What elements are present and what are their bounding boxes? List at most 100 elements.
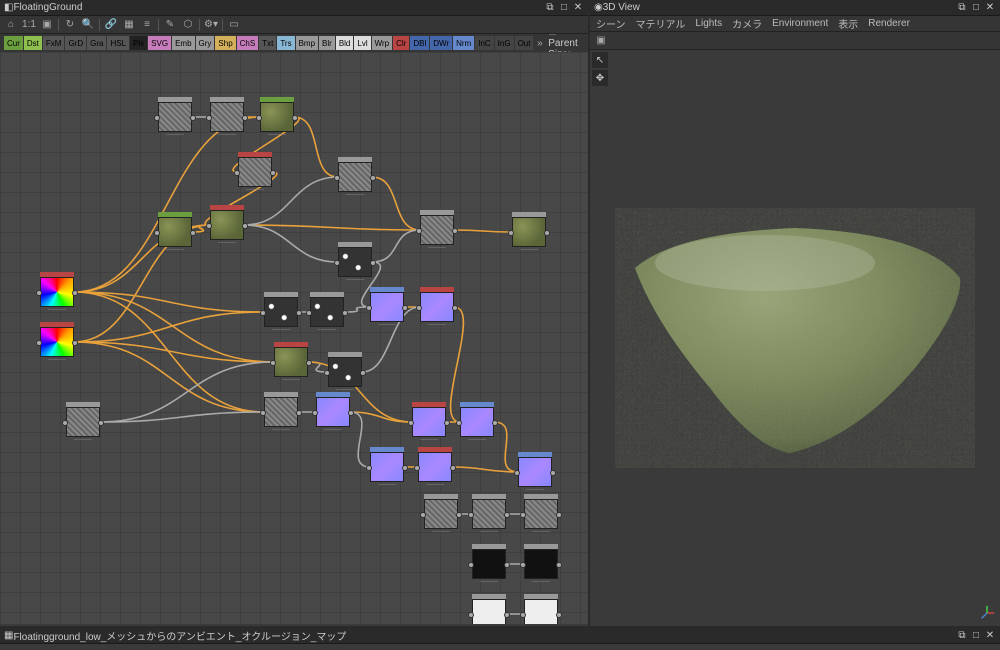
- graph-node[interactable]: ———: [420, 210, 454, 251]
- graph-node[interactable]: ———: [238, 152, 272, 193]
- graph-node[interactable]: ———: [310, 292, 344, 333]
- output-port[interactable]: [342, 310, 348, 316]
- menu-マテリアル[interactable]: マテリアル: [636, 16, 686, 31]
- graph-node[interactable]: ———: [472, 594, 506, 624]
- input-port[interactable]: [366, 305, 372, 311]
- output-port[interactable]: [98, 420, 104, 426]
- graph-node[interactable]: ———: [370, 447, 404, 488]
- graph-node[interactable]: ———: [472, 544, 506, 585]
- filter-tag-txt[interactable]: Txt: [259, 36, 276, 50]
- gear-icon[interactable]: ⚙▾: [204, 18, 218, 32]
- output-port[interactable]: [556, 512, 562, 518]
- graph-node[interactable]: ———: [210, 205, 244, 246]
- output-port[interactable]: [450, 465, 456, 471]
- pin-icon[interactable]: ⧉: [956, 630, 968, 642]
- graph-node[interactable]: ———: [316, 392, 350, 433]
- home-icon[interactable]: ⌂: [4, 18, 18, 32]
- filter-tag-grd[interactable]: GrD: [65, 36, 86, 50]
- input-port[interactable]: [234, 170, 240, 176]
- graph-node[interactable]: ———: [158, 212, 192, 253]
- input-port[interactable]: [468, 562, 474, 568]
- input-port[interactable]: [270, 360, 276, 366]
- input-port[interactable]: [312, 410, 318, 416]
- graph-node[interactable]: ———: [412, 402, 446, 443]
- output-port[interactable]: [306, 360, 312, 366]
- refresh-icon[interactable]: ↻: [63, 18, 77, 32]
- output-port[interactable]: [190, 230, 196, 236]
- graph-node[interactable]: ———: [512, 212, 546, 253]
- output-port[interactable]: [370, 175, 376, 181]
- input-port[interactable]: [414, 465, 420, 471]
- menu-environment[interactable]: Environment: [772, 18, 828, 29]
- input-port[interactable]: [260, 310, 266, 316]
- snap-icon[interactable]: ▦: [122, 18, 136, 32]
- input-port[interactable]: [256, 115, 262, 121]
- input-port[interactable]: [206, 115, 212, 121]
- move-tool-icon[interactable]: ✥: [592, 70, 608, 86]
- graph-node[interactable]: ———: [328, 352, 362, 393]
- filter-tag-bmp[interactable]: Bmp: [296, 36, 318, 50]
- filter-tag-gra[interactable]: Gra: [87, 36, 106, 50]
- input-port[interactable]: [408, 420, 414, 426]
- pin-icon[interactable]: ⧉: [956, 2, 968, 14]
- output-port[interactable]: [492, 420, 498, 426]
- filter-tag-shp[interactable]: Shp: [215, 36, 235, 50]
- output-port[interactable]: [504, 612, 510, 618]
- zoom-actual-button[interactable]: 1:1: [22, 18, 36, 32]
- menu-カメラ[interactable]: カメラ: [732, 16, 762, 31]
- output-port[interactable]: [72, 290, 78, 296]
- pin-icon[interactable]: ⧉: [544, 2, 556, 14]
- input-port[interactable]: [154, 115, 160, 121]
- output-port[interactable]: [292, 115, 298, 121]
- input-port[interactable]: [520, 612, 526, 618]
- link-icon[interactable]: 🔗: [104, 18, 118, 32]
- filter-tag-cur[interactable]: Cur: [4, 36, 23, 50]
- filter-tag-blr[interactable]: Blr: [319, 36, 335, 50]
- input-port[interactable]: [334, 175, 340, 181]
- input-port[interactable]: [420, 512, 426, 518]
- graph-node[interactable]: ———: [338, 242, 372, 283]
- input-port[interactable]: [366, 465, 372, 471]
- graph-node[interactable]: ———: [524, 494, 558, 535]
- output-port[interactable]: [242, 223, 248, 229]
- dock-icon[interactable]: □: [558, 2, 570, 14]
- close-icon[interactable]: ✕: [984, 2, 996, 14]
- filter-tag-dwr[interactable]: DWr: [430, 36, 452, 50]
- input-port[interactable]: [416, 228, 422, 234]
- filter-tag-hsl[interactable]: HSL: [107, 36, 129, 50]
- filter-tag-dbl[interactable]: DBl: [410, 36, 429, 50]
- output-port[interactable]: [270, 170, 276, 176]
- select-tool-icon[interactable]: ↖: [592, 52, 608, 68]
- filter-tag-wrp[interactable]: Wrp: [372, 36, 393, 50]
- tool-a-icon[interactable]: ✎: [163, 18, 177, 32]
- output-port[interactable]: [456, 512, 462, 518]
- close-icon[interactable]: ✕: [572, 2, 584, 14]
- filter-tag-bld[interactable]: Bld: [336, 36, 354, 50]
- filter-tag-inc[interactable]: InC: [475, 36, 493, 50]
- input-port[interactable]: [36, 340, 42, 346]
- graph-node[interactable]: ———: [264, 392, 298, 433]
- graph-node[interactable]: ———: [418, 447, 452, 488]
- graph-node[interactable]: ———: [260, 97, 294, 138]
- output-port[interactable]: [556, 562, 562, 568]
- filter-tag-emb[interactable]: Emb: [172, 36, 194, 50]
- output-port[interactable]: [296, 310, 302, 316]
- graph-node[interactable]: ———: [66, 402, 100, 443]
- input-port[interactable]: [508, 230, 514, 236]
- graph-node[interactable]: ———: [40, 272, 74, 313]
- output-port[interactable]: [550, 470, 556, 476]
- menu-lights[interactable]: Lights: [695, 18, 722, 29]
- filter-tag-trs[interactable]: Trs: [277, 36, 294, 50]
- filter-tag-out[interactable]: Out: [515, 36, 534, 50]
- filter-tag-plx[interactable]: Plx: [130, 36, 147, 50]
- output-port[interactable]: [348, 410, 354, 416]
- input-port[interactable]: [468, 612, 474, 618]
- output-port[interactable]: [72, 340, 78, 346]
- output-port[interactable]: [402, 305, 408, 311]
- input-port[interactable]: [520, 512, 526, 518]
- graph-node[interactable]: ———: [210, 97, 244, 138]
- input-port[interactable]: [62, 420, 68, 426]
- filter-tag-dst[interactable]: Dst: [24, 36, 42, 50]
- expand-right-icon[interactable]: »: [536, 36, 543, 50]
- graph-node[interactable]: ———: [420, 287, 454, 328]
